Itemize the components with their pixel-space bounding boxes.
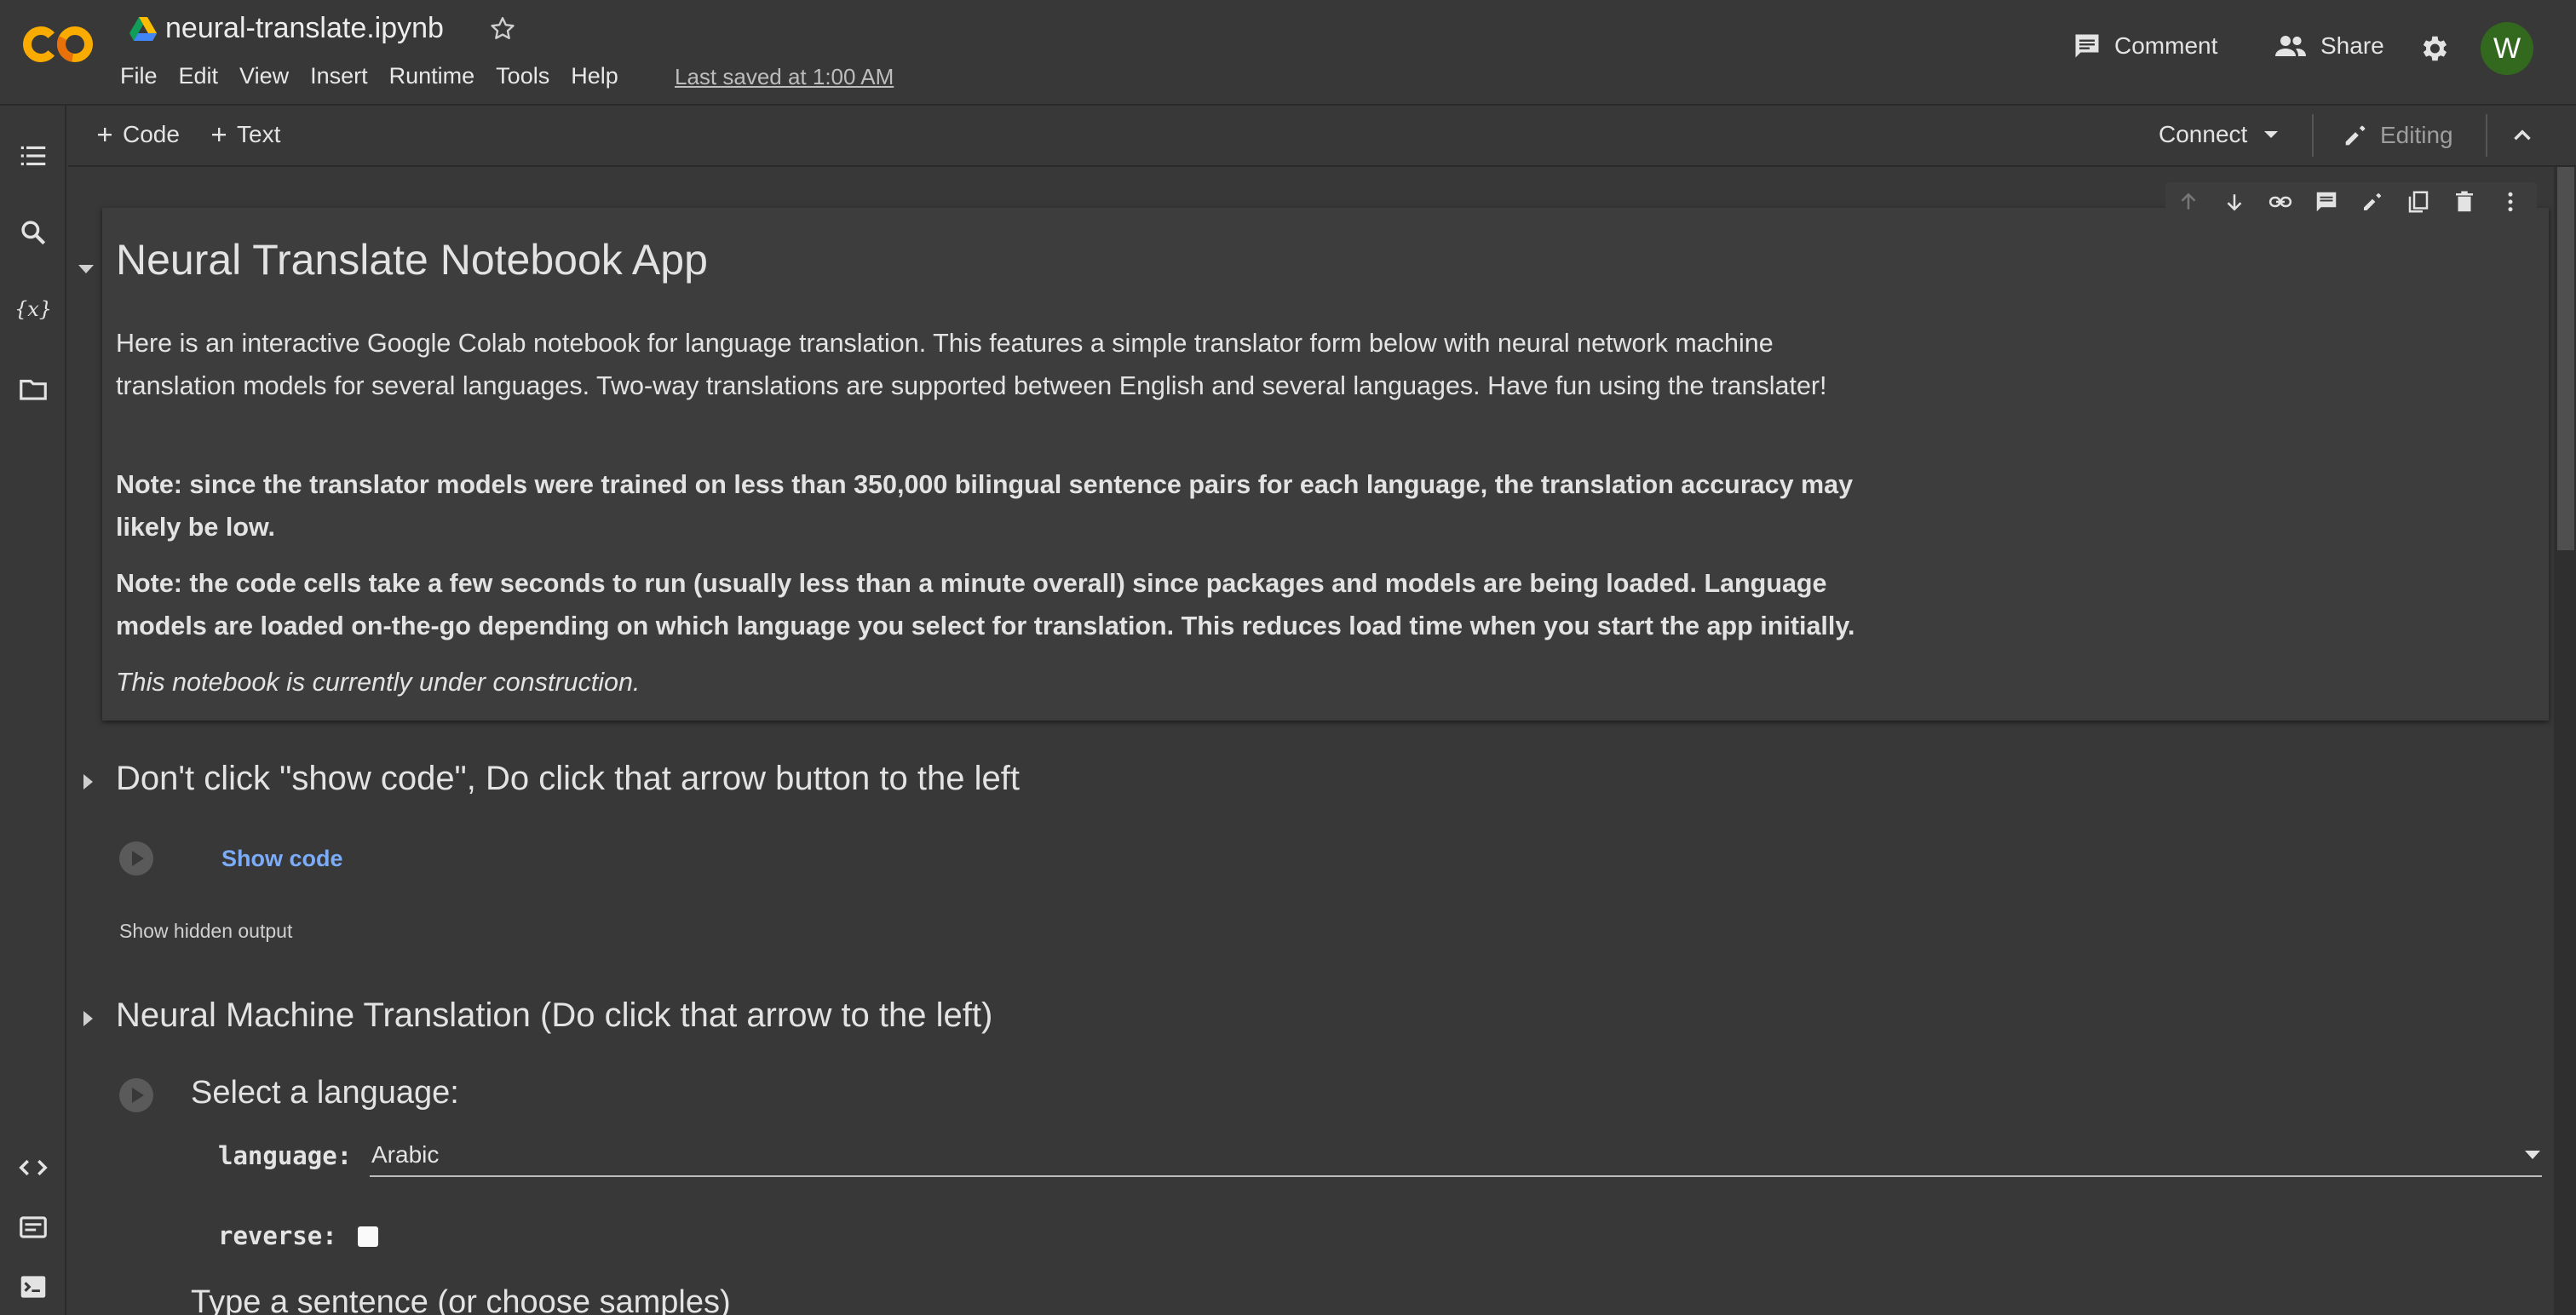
note-paragraph-1: Note: since the translator models were t…: [116, 470, 1854, 542]
cell-heading: Neural Translate Notebook App: [116, 236, 708, 284]
svg-text:{x}: {x}: [17, 297, 49, 321]
add-text-label: Text: [237, 121, 281, 147]
show-code-link[interactable]: Show code: [221, 846, 343, 872]
toolbar-divider: [2486, 114, 2487, 157]
run-cell-button[interactable]: [116, 1075, 157, 1116]
show-hidden-output-link[interactable]: Show hidden output: [119, 920, 292, 943]
code-snippets-icon[interactable]: [17, 1151, 49, 1184]
menu-tools[interactable]: Tools: [496, 63, 549, 89]
add-code-label: Code: [123, 121, 180, 147]
left-rail: [0, 106, 66, 1315]
note-paragraph-2: Note: the code cells take a few seconds …: [116, 569, 1855, 640]
variables-icon[interactable]: {x}: [17, 293, 49, 325]
comment-button[interactable]: Comment: [2072, 31, 2217, 61]
share-label: Share: [2320, 32, 2384, 59]
section-heading: Don't click "show code", Do click that a…: [116, 760, 1020, 797]
delete-icon[interactable]: [2441, 182, 2487, 221]
editing-mode-button[interactable]: Editing: [2341, 121, 2453, 150]
reverse-label: reverse:: [218, 1221, 337, 1250]
caret-down-icon: [2263, 129, 2280, 140]
drive-icon[interactable]: [129, 17, 157, 41]
menu-view[interactable]: View: [239, 63, 289, 89]
last-saved-link[interactable]: Last saved at 1:00 AM: [675, 64, 894, 90]
terminal-icon[interactable]: [17, 1271, 49, 1303]
reverse-checkbox[interactable]: [358, 1226, 378, 1247]
add-code-button[interactable]: Code: [95, 121, 180, 148]
plus-icon: [95, 125, 114, 144]
more-vert-icon[interactable]: [2487, 182, 2533, 221]
comment-label: Comment: [2114, 32, 2218, 59]
menu-file[interactable]: File: [120, 63, 158, 89]
share-button[interactable]: Share: [2273, 31, 2384, 61]
section-heading: Neural Machine Translation (Do click tha…: [116, 996, 993, 1034]
connect-button[interactable]: Connect: [2159, 121, 2280, 148]
comment-icon: [2072, 31, 2102, 61]
edit-icon[interactable]: [2349, 182, 2395, 221]
gear-icon[interactable]: [2418, 32, 2450, 65]
people-icon: [2273, 31, 2309, 61]
search-icon[interactable]: [17, 216, 49, 249]
arrow-down-icon[interactable]: [2211, 182, 2257, 221]
sentence-prompt: Type a sentence (or choose samples): [191, 1284, 731, 1315]
command-palette-icon[interactable]: [17, 1211, 49, 1243]
editing-label: Editing: [2380, 122, 2453, 148]
notebook-title[interactable]: neural-translate.ipynb: [165, 12, 444, 45]
construction-note: This notebook is currently under constru…: [116, 668, 641, 697]
toc-icon[interactable]: [17, 140, 49, 172]
run-cell-button[interactable]: [116, 838, 157, 879]
mirror-cell-icon[interactable]: [2395, 182, 2441, 221]
caret-right-icon[interactable]: [78, 770, 97, 794]
caret-down-icon: [2523, 1149, 2542, 1161]
menu-insert[interactable]: Insert: [310, 63, 368, 89]
star-icon[interactable]: [487, 14, 518, 44]
link-icon[interactable]: [2257, 182, 2303, 221]
caret-right-icon[interactable]: [78, 1007, 97, 1031]
cell-toolbar: [2165, 182, 2537, 221]
chevron-up-icon[interactable]: [2508, 121, 2537, 150]
caret-down-icon[interactable]: [75, 257, 97, 279]
language-select[interactable]: Arabic: [370, 1134, 2542, 1177]
form-title: Select a language:: [191, 1075, 459, 1111]
arrow-up-icon[interactable]: [2165, 182, 2211, 221]
pencil-icon: [2341, 121, 2370, 150]
plus-icon: [210, 125, 228, 144]
add-text-button[interactable]: Text: [210, 121, 280, 148]
connect-label: Connect: [2159, 121, 2248, 147]
toolbar-divider: [2312, 114, 2314, 157]
intro-paragraph: Here is an interactive Google Colab note…: [116, 329, 1827, 400]
avatar[interactable]: W: [2481, 22, 2533, 75]
menu-runtime[interactable]: Runtime: [389, 63, 475, 89]
scrollbar-thumb[interactable]: [2557, 167, 2574, 550]
language-label: language:: [218, 1141, 353, 1170]
colab-logo[interactable]: [22, 19, 95, 70]
comment-icon[interactable]: [2303, 182, 2349, 221]
menu-bar: File Edit View Insert Runtime Tools Help: [120, 63, 640, 89]
menu-help[interactable]: Help: [571, 63, 618, 89]
folder-icon[interactable]: [17, 373, 49, 405]
language-value: Arabic: [371, 1141, 440, 1168]
menu-edit[interactable]: Edit: [179, 63, 219, 89]
